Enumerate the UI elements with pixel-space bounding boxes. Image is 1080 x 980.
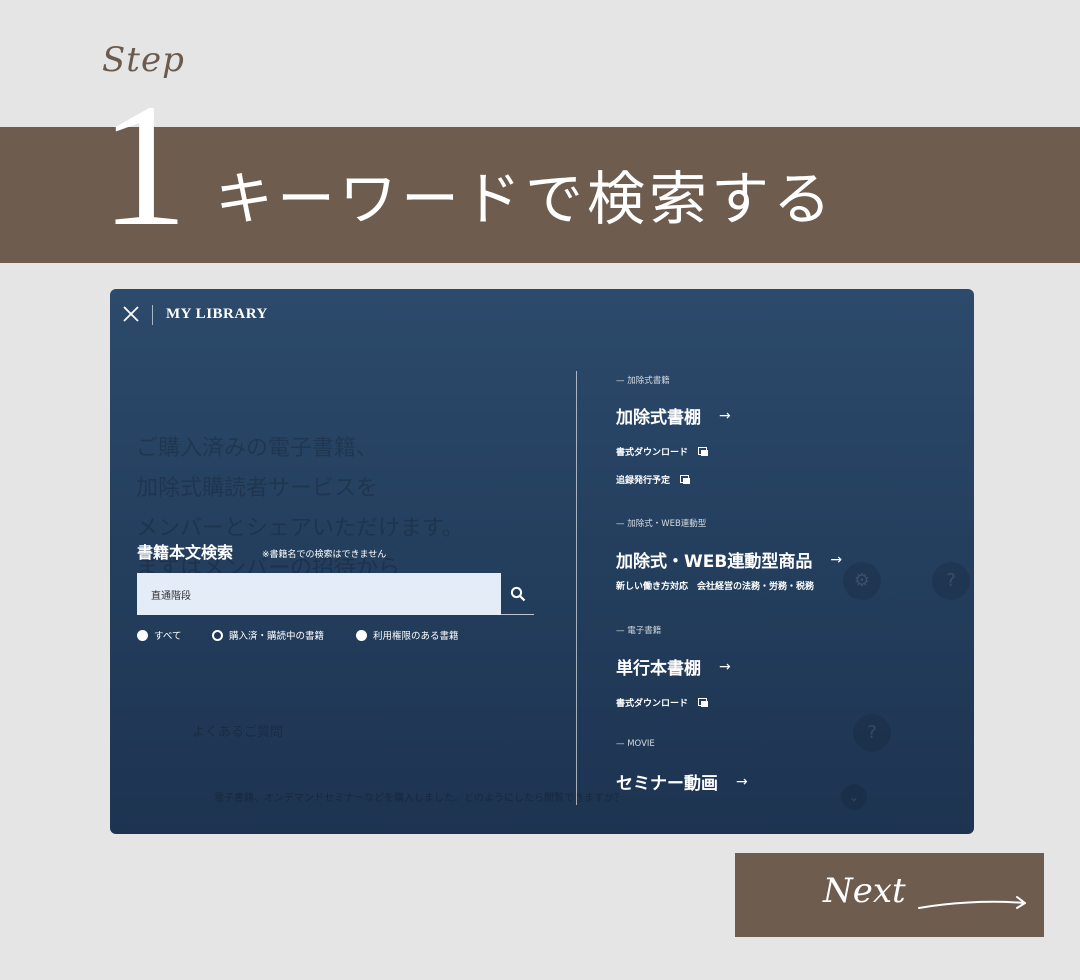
arrow-right-icon: → [830,551,843,568]
next-button[interactable]: Next [735,853,1044,937]
radio-dot [356,629,367,641]
arrow-right-icon: → [736,773,748,790]
search-button[interactable] [501,573,534,615]
close-icon[interactable] [122,305,140,323]
brand-title: MY LIBRARY [166,306,268,322]
external-link-icon [698,447,709,456]
section-title: 加除式・WEB連動型商品 [616,552,813,572]
section-label: — 加除式書籍 [616,376,670,386]
search-title: 書籍本文検索 [137,543,234,562]
section-label: — 加除式・WEB連動型 [616,519,707,529]
link-book-shelf[interactable]: 単行本書棚 → [616,654,731,680]
radio-permitted[interactable]: 利用権限のある書籍 [356,628,459,642]
section-label: — MOVIE [616,739,655,749]
background-faq-title: よくあるご質問 [192,725,284,740]
link-kajoshiki-shelf[interactable]: 加除式書棚 → [616,403,731,429]
section-label: — 電子書籍 [616,626,662,636]
section-title: セミナー動画 [616,774,718,794]
arrow-right-icon: → [719,407,731,424]
external-link-icon [698,698,709,707]
link-label: 書式ダウンロード [616,699,689,709]
section-title: 加除式書棚 [616,408,701,428]
background-headline-line: 加除式購読者サービスを [136,476,379,501]
link-supplement-schedule[interactable]: 追録発行予定 [616,473,691,486]
link-label: 書式ダウンロード [616,448,689,458]
link-web-linked-products[interactable]: 加除式・WEB連動型商品 → [616,547,843,573]
topbar-divider [152,305,153,325]
search-icon [510,586,525,601]
background-headline: ご購入済みの電子書籍、 加除式購読者サービスを メンバーとシェアいただけます。 … [136,429,464,589]
radio-dot-selected [212,629,223,641]
step-title: キーワードで検索する [215,165,836,233]
radio-dot [137,629,148,641]
search-note: ※書籍名での検索はできません [262,550,387,560]
search-input[interactable] [137,573,501,615]
section-title: 単行本書棚 [616,659,701,679]
background-headline-line: ご購入済みの電子書籍、 [136,436,379,461]
arrow-right-icon [918,896,1026,909]
radio-label: 購入済・購読中の書籍 [229,631,325,642]
help-icon: ? [932,562,970,600]
next-label: Next [823,871,906,911]
column-divider [576,371,577,805]
link-form-download[interactable]: 書式ダウンロード [616,696,709,709]
link-form-download[interactable]: 書式ダウンロード [616,445,709,458]
radio-label: 利用権限のある書籍 [373,631,459,642]
link-seminar-video[interactable]: セミナー動画 → [616,769,748,795]
external-link-icon [680,475,691,484]
section-subtext: 新しい働き方対応 会社経営の法務・労務・税務 [616,582,815,592]
step-number: 1 [100,68,188,263]
radio-label: すべて [154,631,182,642]
background-faq-question: 電子書籍、オンデマンドセミナーなどを購入しました。どのようにしたら閲覧できますか… [214,793,624,804]
settings-icon: ⚙ [843,562,881,600]
library-menu-panel: ご購入済みの電子書籍、 加除式購読者サービスを メンバーとシェアいただけます。 … [110,289,974,834]
radio-purchased[interactable]: 購入済・購読中の書籍 [212,628,324,642]
chevron-down-icon: ⌄ [841,784,867,810]
radio-all[interactable]: すべて [137,628,181,642]
arrow-right-icon: → [719,658,731,675]
link-label: 追録発行予定 [616,476,671,486]
help-icon: ? [853,714,891,752]
